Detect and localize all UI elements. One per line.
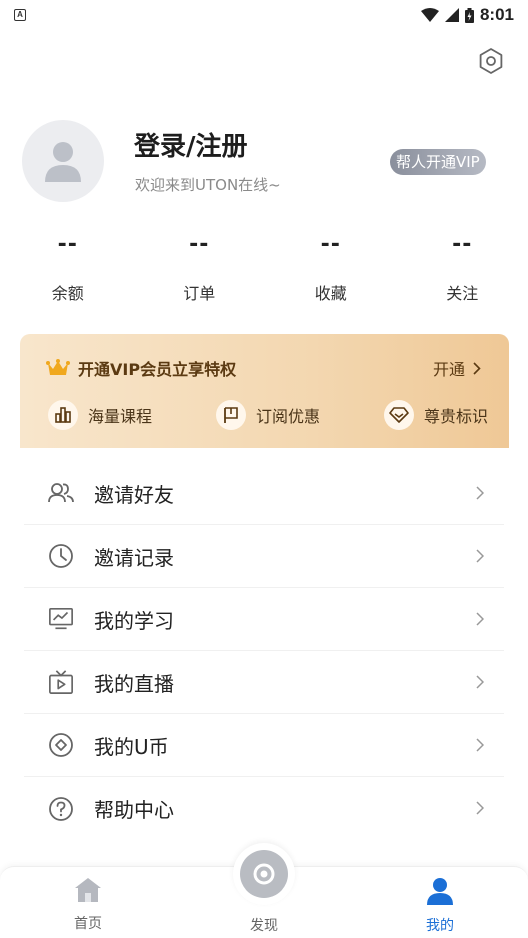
coin-icon bbox=[49, 733, 73, 757]
chevron-right-icon bbox=[476, 801, 484, 815]
settings-button[interactable] bbox=[476, 46, 506, 76]
feature-label: 尊贵标识 bbox=[423, 407, 488, 426]
login-register-link[interactable]: 登录/注册 bbox=[134, 126, 248, 163]
status-bar: A 8:01 bbox=[0, 0, 528, 30]
stat-balance[interactable]: -- 余额 bbox=[0, 232, 134, 312]
stat-label: 订单 bbox=[183, 284, 216, 303]
menu-item-invite-friends[interactable]: 邀请好友 bbox=[24, 462, 504, 525]
menu-item-my-coins[interactable]: 我的U币 bbox=[24, 714, 504, 777]
tab-discover[interactable]: 发现 bbox=[224, 909, 304, 935]
profile-section: 登录/注册 欢迎来到UTON在线~ 帮人开通VIP bbox=[22, 120, 508, 204]
menu-label: 邀请好友 bbox=[94, 482, 174, 507]
stat-label: 余额 bbox=[51, 284, 84, 303]
tab-label: 我的 bbox=[426, 918, 454, 934]
study-icon bbox=[49, 607, 73, 630]
signal-icon bbox=[444, 8, 459, 22]
feature-label: 海量课程 bbox=[88, 407, 153, 426]
bar-chart-icon bbox=[55, 407, 71, 423]
chevron-right-icon bbox=[476, 612, 484, 626]
settings-icon bbox=[479, 48, 503, 74]
chevron-right-icon bbox=[473, 361, 481, 375]
stat-favorites[interactable]: -- 收藏 bbox=[265, 232, 397, 312]
wifi-icon bbox=[420, 8, 439, 22]
vip-feature-discount: 订阅优惠 bbox=[215, 400, 320, 430]
vip-promo-card[interactable]: 开通VIP会员立享特权 开通 海量课程 订阅优惠 尊贵标识 bbox=[20, 334, 509, 464]
vip-card-title: 开通VIP会员立享特权 bbox=[78, 360, 237, 379]
menu-sheet: 邀请好友 邀请记录 我的学习 我的直播 我的U币 帮助中心 bbox=[0, 448, 528, 878]
stat-label: 关注 bbox=[446, 284, 479, 303]
home-icon bbox=[75, 878, 101, 902]
gift-vip-button[interactable]: 帮人开通VIP bbox=[390, 149, 486, 175]
vip-feature-courses: 海量课程 bbox=[48, 400, 152, 430]
menu-list: 邀请好友 邀请记录 我的学习 我的直播 我的U币 帮助中心 bbox=[24, 462, 504, 840]
menu-label: 我的U币 bbox=[94, 734, 169, 759]
chevron-right-icon bbox=[476, 738, 484, 752]
discover-button[interactable] bbox=[233, 843, 295, 905]
stat-value: -- bbox=[452, 232, 473, 257]
friends-icon bbox=[48, 483, 74, 503]
tab-label: 发现 bbox=[250, 918, 278, 934]
user-placeholder-icon bbox=[45, 142, 81, 182]
menu-label: 邀请记录 bbox=[94, 545, 174, 570]
chevron-right-icon bbox=[476, 549, 484, 563]
menu-label: 我的学习 bbox=[94, 608, 174, 633]
notification-icon: A bbox=[14, 9, 26, 21]
clock-time: 8:01 bbox=[479, 5, 514, 24]
menu-item-help-center[interactable]: 帮助中心 bbox=[24, 777, 504, 840]
chevron-right-icon bbox=[476, 486, 484, 500]
vip-open-link[interactable]: 开通 bbox=[433, 356, 481, 380]
tab-home[interactable]: 首页 bbox=[48, 877, 128, 933]
help-icon bbox=[49, 796, 73, 821]
tab-label: 首页 bbox=[74, 916, 102, 932]
stat-label: 收藏 bbox=[314, 284, 347, 303]
stat-following[interactable]: -- 关注 bbox=[397, 232, 528, 312]
diamond-icon bbox=[389, 407, 409, 423]
menu-item-my-live[interactable]: 我的直播 bbox=[24, 651, 504, 714]
stat-orders[interactable]: -- 订单 bbox=[134, 232, 266, 312]
flag-icon bbox=[224, 407, 238, 423]
vip-feature-badge: 尊贵标识 bbox=[383, 400, 488, 430]
tab-mine[interactable]: 我的 bbox=[400, 877, 480, 935]
vip-open-label: 开通 bbox=[432, 360, 465, 379]
chevron-right-icon bbox=[476, 675, 484, 689]
stat-value: -- bbox=[189, 232, 210, 257]
stat-value: -- bbox=[320, 232, 341, 257]
menu-item-my-study[interactable]: 我的学习 bbox=[24, 588, 504, 651]
discover-icon bbox=[253, 863, 275, 885]
welcome-text: 欢迎来到UTON在线~ bbox=[135, 176, 281, 194]
clock-icon bbox=[49, 544, 73, 568]
battery-icon bbox=[464, 7, 474, 23]
menu-item-invite-records[interactable]: 邀请记录 bbox=[24, 525, 504, 588]
menu-label: 帮助中心 bbox=[94, 798, 174, 822]
stats-row: -- 余额 -- 订单 -- 收藏 -- 关注 bbox=[0, 232, 528, 312]
menu-label: 我的直播 bbox=[94, 671, 174, 696]
feature-label: 订阅优惠 bbox=[255, 407, 320, 426]
user-icon bbox=[427, 878, 453, 905]
crown-icon bbox=[46, 359, 70, 375]
tv-icon bbox=[49, 670, 73, 694]
avatar[interactable] bbox=[22, 120, 104, 202]
stat-value: -- bbox=[57, 232, 78, 257]
